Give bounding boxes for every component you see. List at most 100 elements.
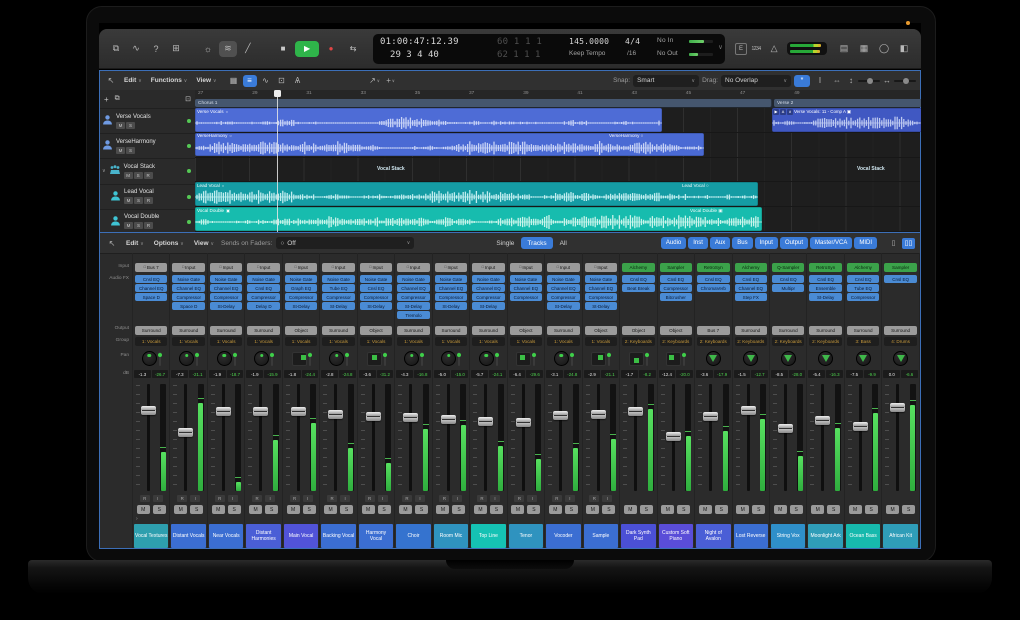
mixer-filter-output-button[interactable]: Output bbox=[780, 237, 808, 249]
solo-button[interactable]: S bbox=[126, 122, 135, 129]
pan-knob[interactable] bbox=[254, 351, 269, 366]
channel-name-button[interactable]: Ocean Bass bbox=[846, 524, 880, 548]
audio-fx-slot[interactable]: Delay D bbox=[247, 302, 279, 310]
output-slot[interactable]: Bus 7 bbox=[697, 326, 729, 335]
output-slot[interactable]: Surround bbox=[247, 326, 279, 335]
audio-fx-slot[interactable]: Channel EQ bbox=[735, 284, 767, 292]
solo-button[interactable]: S bbox=[752, 505, 765, 514]
object-pan-pad[interactable] bbox=[666, 352, 681, 366]
group-slot[interactable]: 1: Vocals bbox=[285, 337, 317, 346]
audio-fx-slot[interactable]: Compressor bbox=[210, 293, 242, 301]
pan-control[interactable] bbox=[508, 349, 544, 368]
solo-button[interactable]: S bbox=[303, 505, 316, 514]
drag-select[interactable]: No Overlap∨ bbox=[721, 75, 791, 87]
input-slot[interactable]: RetroSyn bbox=[697, 263, 729, 272]
group-slot[interactable]: 1: Vocals bbox=[510, 337, 542, 346]
mute-button[interactable]: M bbox=[886, 505, 899, 514]
channel-name-button[interactable]: Vocal Textures bbox=[134, 524, 168, 548]
mixer-filter-mastervca-button[interactable]: Master/VCA bbox=[810, 237, 852, 249]
input-slot[interactable]: □Input bbox=[322, 263, 354, 272]
object-pan-pad[interactable] bbox=[367, 352, 382, 366]
output-slot[interactable]: Object bbox=[622, 326, 654, 335]
mixer-back-icon[interactable]: ↖ bbox=[105, 237, 119, 249]
track-header[interactable]: Verse VocalsMS bbox=[100, 109, 195, 134]
audio-fx-slot[interactable]: Multipr bbox=[772, 284, 804, 292]
track-lane[interactable]: Verse Vocals○▶A∧Verse Vocals: 11 - Comp … bbox=[195, 108, 920, 133]
output-slot[interactable]: Object bbox=[510, 326, 542, 335]
group-slot[interactable]: 1: Vocals bbox=[172, 337, 204, 346]
output-slot[interactable]: Object bbox=[285, 326, 317, 335]
audio-fx-slot[interactable]: St-Delay bbox=[435, 302, 467, 310]
input-monitor-button[interactable]: I bbox=[190, 495, 200, 502]
audio-fx-slot[interactable]: Channel EQ bbox=[547, 284, 579, 292]
audio-fx-slot[interactable]: Compressor bbox=[172, 293, 204, 301]
back-icon[interactable]: ↖ bbox=[104, 75, 118, 87]
mute-button[interactable]: M bbox=[249, 505, 262, 514]
audio-fx-slot[interactable]: Channel EQ bbox=[172, 284, 204, 292]
fader-handle[interactable] bbox=[666, 432, 681, 441]
region[interactable]: Lead Vocal○Lead Vocal ○ bbox=[195, 182, 758, 206]
pan-mini-slider[interactable] bbox=[646, 352, 648, 366]
audio-fx-slot[interactable]: Cnsl EQ bbox=[622, 275, 654, 283]
fader-handle[interactable] bbox=[815, 416, 830, 425]
pan-control[interactable] bbox=[433, 349, 469, 368]
input-monitor-button[interactable]: I bbox=[378, 495, 388, 502]
output-slot[interactable]: Surround bbox=[472, 326, 504, 335]
input-slot[interactable]: RetroSyn bbox=[809, 263, 841, 272]
channel-name-button[interactable]: Distant Harmonies bbox=[246, 524, 280, 548]
audio-fx-slot[interactable]: Channel EQ bbox=[210, 284, 242, 292]
audio-fx-slot[interactable]: Cnsl EQ bbox=[360, 284, 392, 292]
fader-handle[interactable] bbox=[216, 407, 231, 416]
audio-fx-slot[interactable]: Graph EQ bbox=[285, 284, 317, 292]
group-slot[interactable]: 2: Keyboards bbox=[772, 337, 804, 346]
audio-fx-slot[interactable]: Noise Gate bbox=[472, 275, 504, 283]
group-slot[interactable]: 2: Keyboards bbox=[697, 337, 729, 346]
group-slot[interactable]: 2: Keyboards bbox=[809, 337, 841, 346]
lcd-display[interactable]: 01:00:47:12.39 29 3 4 40 60 1 1 1 62 1 1… bbox=[373, 34, 725, 64]
audio-fx-slot[interactable]: Cnsl EQ bbox=[135, 275, 167, 283]
pan-mini-slider[interactable] bbox=[384, 352, 386, 366]
track-name[interactable]: VerseHarmony bbox=[116, 139, 156, 145]
group-slot[interactable]: 3: Bass bbox=[847, 337, 879, 346]
input-slot[interactable]: □Input bbox=[210, 263, 242, 272]
group-slot[interactable]: 4: Drums bbox=[884, 337, 916, 346]
input-monitor-button[interactable]: I bbox=[153, 495, 163, 502]
output-slot[interactable]: Surround bbox=[809, 326, 841, 335]
fader-handle[interactable] bbox=[403, 413, 418, 422]
group-slot[interactable]: 2: Keyboards bbox=[622, 337, 654, 346]
mixer-filter-bus-button[interactable]: Bus bbox=[732, 237, 752, 249]
channel-name-button[interactable]: Backing Vocal bbox=[321, 524, 355, 548]
add-track-button[interactable]: + bbox=[104, 95, 109, 104]
pan-control[interactable] bbox=[208, 349, 244, 368]
record-enable-button[interactable]: R bbox=[402, 495, 412, 502]
pan-control[interactable] bbox=[395, 349, 431, 368]
channel-name-button[interactable]: Distant Vocals bbox=[171, 524, 205, 548]
automation-icon[interactable]: ∿ bbox=[259, 75, 273, 87]
audio-fx-slot[interactable]: St-Delay bbox=[210, 302, 242, 310]
solo-button[interactable]: S bbox=[452, 505, 465, 514]
output-slot[interactable]: Surround bbox=[435, 326, 467, 335]
audio-fx-slot[interactable]: Noise Gate bbox=[397, 275, 429, 283]
record-enable-button[interactable]: R bbox=[290, 495, 300, 502]
pan-control[interactable] bbox=[882, 349, 918, 368]
wide-view-icon[interactable]: ▯▯ bbox=[902, 238, 915, 249]
pan-knob[interactable] bbox=[441, 351, 456, 366]
audio-fx-slot[interactable]: St-Delay bbox=[472, 302, 504, 310]
group-slot[interactable]: 1: Vocals bbox=[360, 337, 392, 346]
channel-name-button[interactable]: Vocoder bbox=[546, 524, 580, 548]
audio-fx-slot[interactable]: Compressor bbox=[247, 293, 279, 301]
input-slot[interactable]: □Input bbox=[397, 263, 429, 272]
mute-button[interactable]: M bbox=[511, 505, 524, 514]
audio-fx-slot[interactable]: Space D bbox=[135, 293, 167, 301]
solo-button[interactable]: S bbox=[153, 505, 166, 514]
region[interactable]: Verse Vocals○ bbox=[195, 108, 662, 132]
input-monitor-button[interactable]: I bbox=[527, 495, 537, 502]
horizontal-zoom-slider[interactable] bbox=[894, 80, 916, 82]
fader-handle[interactable] bbox=[741, 406, 756, 415]
library-icon[interactable]: ∿ bbox=[127, 41, 145, 57]
playhead[interactable] bbox=[277, 90, 278, 232]
audio-fx-slot[interactable]: Bitcrusher bbox=[660, 293, 692, 301]
mixer-scope-single-button[interactable]: Single bbox=[490, 237, 520, 249]
audio-fx-slot[interactable]: Channel EQ bbox=[510, 284, 542, 292]
fader-handle[interactable] bbox=[853, 422, 868, 431]
